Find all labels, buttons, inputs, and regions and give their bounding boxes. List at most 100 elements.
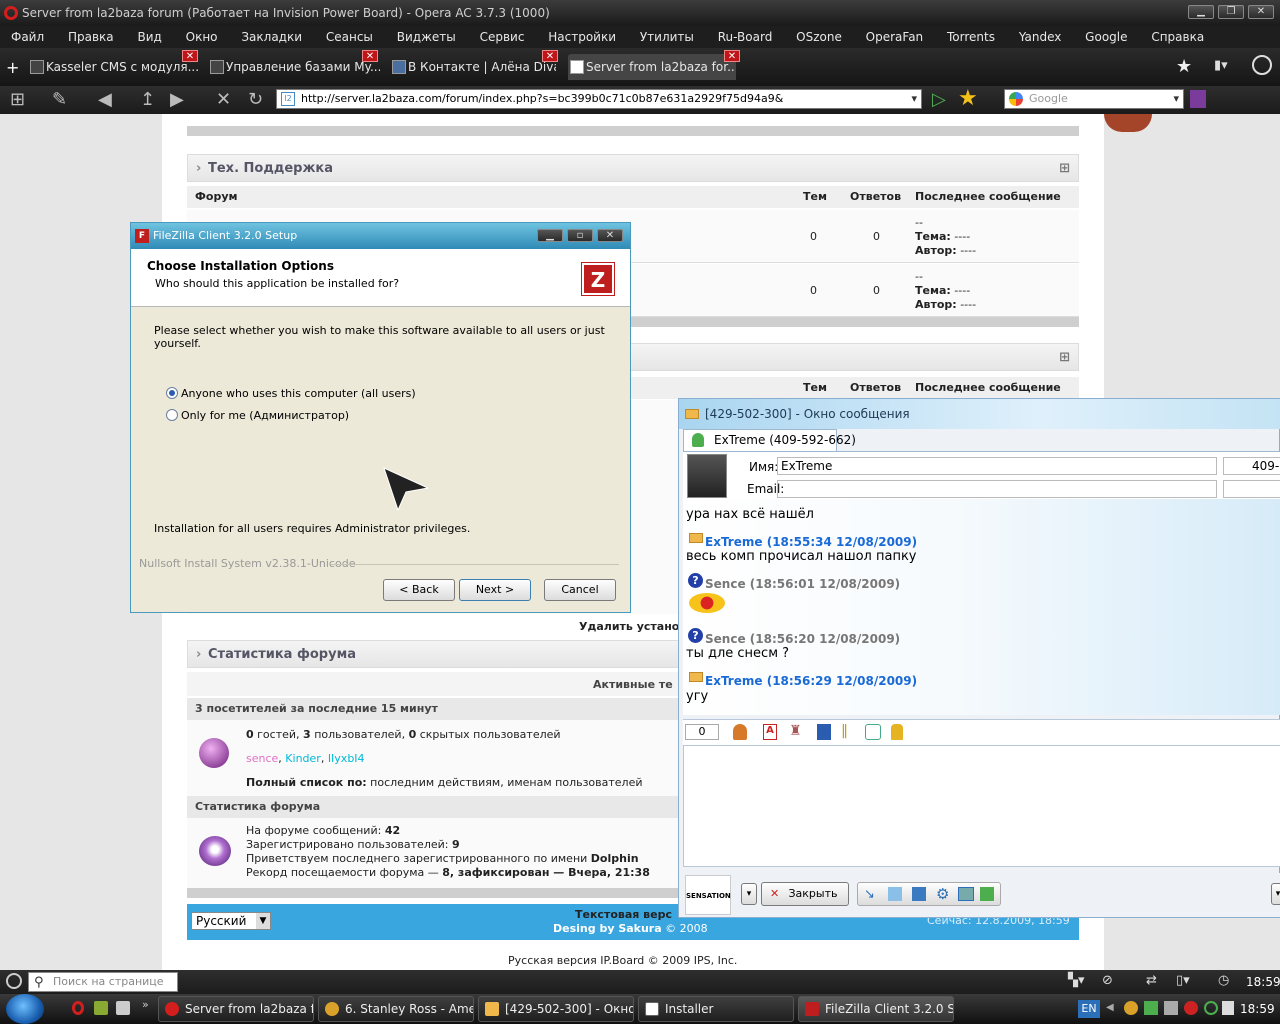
email-field[interactable] (777, 480, 1217, 498)
new-tab-icon[interactable]: + (6, 58, 19, 77)
tab-la2baza[interactable]: Server from la2baza for... (568, 54, 736, 80)
menu-item[interactable]: Yandex (1008, 26, 1071, 48)
opera-unite-icon[interactable] (6, 973, 22, 989)
taskbar-item-filezilla[interactable]: FileZilla Client 3.2.0 S... (798, 996, 954, 1022)
chevron-down-icon[interactable]: ▼ (256, 913, 270, 929)
menu-item[interactable]: Сервис (469, 26, 534, 48)
reload-icon[interactable]: ↻ (248, 86, 263, 114)
send-options-button[interactable]: ▾ (1271, 883, 1280, 905)
tab-phpmyadmin[interactable]: Управление базами My... (208, 54, 380, 80)
user-link[interactable]: Kinder (285, 752, 321, 765)
tab-close-icon[interactable]: ✕ (724, 50, 740, 62)
volume-icon[interactable] (1222, 1001, 1234, 1015)
taskbar-item-opera[interactable]: Server from la2baza f... (158, 996, 314, 1022)
chevron-right-icon[interactable]: › (196, 155, 201, 183)
window-icon[interactable] (912, 887, 926, 901)
taskbar-item-chat[interactable]: [429-502-300] - Окно... (478, 996, 634, 1022)
taskbar-clock[interactable]: 18:59 (1240, 1002, 1275, 1016)
opera-quicklaunch-icon[interactable] (72, 1001, 84, 1015)
stats-value[interactable]: Dolphin (591, 852, 639, 865)
tab-kasseler[interactable]: Kasseler CMS с модуля... (28, 54, 198, 80)
rewind-icon[interactable]: ↥ (140, 86, 155, 114)
contact-tab[interactable]: ExTreme (409-592-662) (683, 429, 856, 451)
tab-close-icon[interactable]: ✕ (362, 50, 378, 62)
send-icon[interactable]: ↘ (864, 887, 875, 902)
next-button[interactable]: Next > (459, 579, 531, 601)
dialog-close-button[interactable]: ✕ (597, 229, 623, 242)
user-link[interactable]: sence (246, 752, 278, 765)
find-in-page-input[interactable]: ⚲ Поиск на странице (28, 972, 178, 992)
speed-icon[interactable]: ⊘ (1102, 973, 1113, 988)
tab-close-icon[interactable]: ✕ (542, 50, 558, 62)
menu-item[interactable]: Справка (1140, 26, 1213, 48)
go-icon[interactable]: ▷ (932, 86, 946, 114)
user-info-icon[interactable] (733, 724, 747, 740)
gift-icon[interactable]: ♜ (789, 723, 802, 739)
transfer-icon[interactable] (958, 887, 974, 901)
edit-icon[interactable]: ✎ (52, 86, 67, 114)
tab-close-icon[interactable]: ✕ (182, 50, 198, 62)
tray-icon[interactable] (1124, 1001, 1138, 1015)
collapse-icon[interactable]: ⊞ (1059, 344, 1070, 372)
user-link[interactable]: IIyxbI4 (328, 752, 365, 765)
name-field[interactable]: ExTreme (777, 457, 1217, 475)
chevron-down-icon[interactable]: ▾ (1173, 90, 1179, 108)
menu-item[interactable]: Закладки (230, 26, 311, 48)
menu-item[interactable]: Настройки (537, 26, 625, 48)
taskbar-item-player[interactable]: 6. Stanley Ross - Ame... (318, 996, 474, 1022)
history-icon[interactable]: ‖ (841, 723, 848, 739)
close-button[interactable]: ✕ (1248, 5, 1274, 19)
dialog-minimize-button[interactable]: ▁ (537, 229, 563, 242)
search-input[interactable]: Google ▾ (1004, 89, 1184, 109)
menu-item[interactable]: Утилиты (629, 26, 703, 48)
extra-field[interactable] (1223, 480, 1280, 498)
more-icon[interactable]: » (142, 998, 149, 1011)
minimize-button[interactable]: ▁ (1188, 5, 1214, 19)
start-button[interactable] (6, 994, 44, 1024)
taskbar-item-installer[interactable]: Installer (638, 996, 794, 1022)
bookmark-star-icon[interactable]: ★ (1176, 56, 1192, 77)
radio-selected-icon[interactable] (166, 387, 178, 399)
trash-icon[interactable]: ▮▾ (1214, 58, 1228, 73)
close-chat-button[interactable]: ✕ Закрыть (761, 882, 849, 906)
copyright[interactable]: Русская версия IP.Board © 2009 IPS, Inc. (508, 954, 737, 967)
file-icon[interactable] (888, 887, 902, 901)
tray-icon[interactable] (1184, 1001, 1198, 1015)
menu-item[interactable]: Ru-Board (707, 26, 782, 48)
tab-vkontakte[interactable]: В Контакте | Алёна Diva (390, 54, 556, 80)
contact-icon[interactable] (980, 887, 994, 901)
quicklaunch-icon[interactable] (94, 1001, 108, 1015)
menu-item[interactable]: Google (1074, 26, 1136, 48)
language-indicator[interactable]: EN (1078, 1000, 1100, 1018)
tray-icon[interactable] (1144, 1001, 1158, 1015)
language-select[interactable]: Русский ▼ (191, 912, 271, 930)
chevron-down-icon[interactable]: ▾ (911, 90, 917, 108)
forward-icon[interactable]: ▶ (170, 86, 184, 114)
panel-icon[interactable]: ▯▾ (1176, 973, 1190, 988)
menu-item[interactable]: OSzone (785, 26, 851, 48)
menu-item[interactable]: Виджеты (386, 26, 465, 48)
expand-tray-icon[interactable]: ◀ (1106, 1002, 1114, 1013)
dialog-maximize-button[interactable]: ▫ (567, 229, 593, 242)
dropdown-button[interactable]: ▾ (741, 883, 757, 905)
stop-icon[interactable]: ✕ (216, 86, 231, 114)
tray-icon[interactable] (1164, 1001, 1178, 1015)
message-input[interactable] (683, 745, 1280, 867)
view-icon[interactable]: ▚▾ (1068, 973, 1085, 988)
bookmark-star-icon[interactable]: ★ (958, 86, 978, 112)
uin-field[interactable]: 409-5 (1223, 457, 1280, 475)
radio-icon[interactable] (166, 409, 178, 421)
back-icon[interactable]: ◀ (98, 86, 112, 114)
category-title[interactable]: Тех. Поддержка (208, 161, 333, 176)
opera-logo-icon[interactable] (4, 6, 18, 20)
back-button[interactable]: < Back (383, 579, 455, 601)
menu-item[interactable]: Файл (0, 26, 53, 48)
menu-item[interactable]: Правка (57, 26, 123, 48)
text-version-link[interactable]: Текстовая верс (575, 908, 672, 921)
full-list-links[interactable]: последним действиям, именам пользователе… (370, 776, 642, 789)
font-icon[interactable]: A (763, 724, 777, 740)
cancel-button[interactable]: Cancel (544, 579, 616, 601)
clock-icon[interactable] (1252, 55, 1272, 75)
lock-icon[interactable] (891, 724, 903, 740)
save-icon[interactable] (817, 724, 831, 740)
